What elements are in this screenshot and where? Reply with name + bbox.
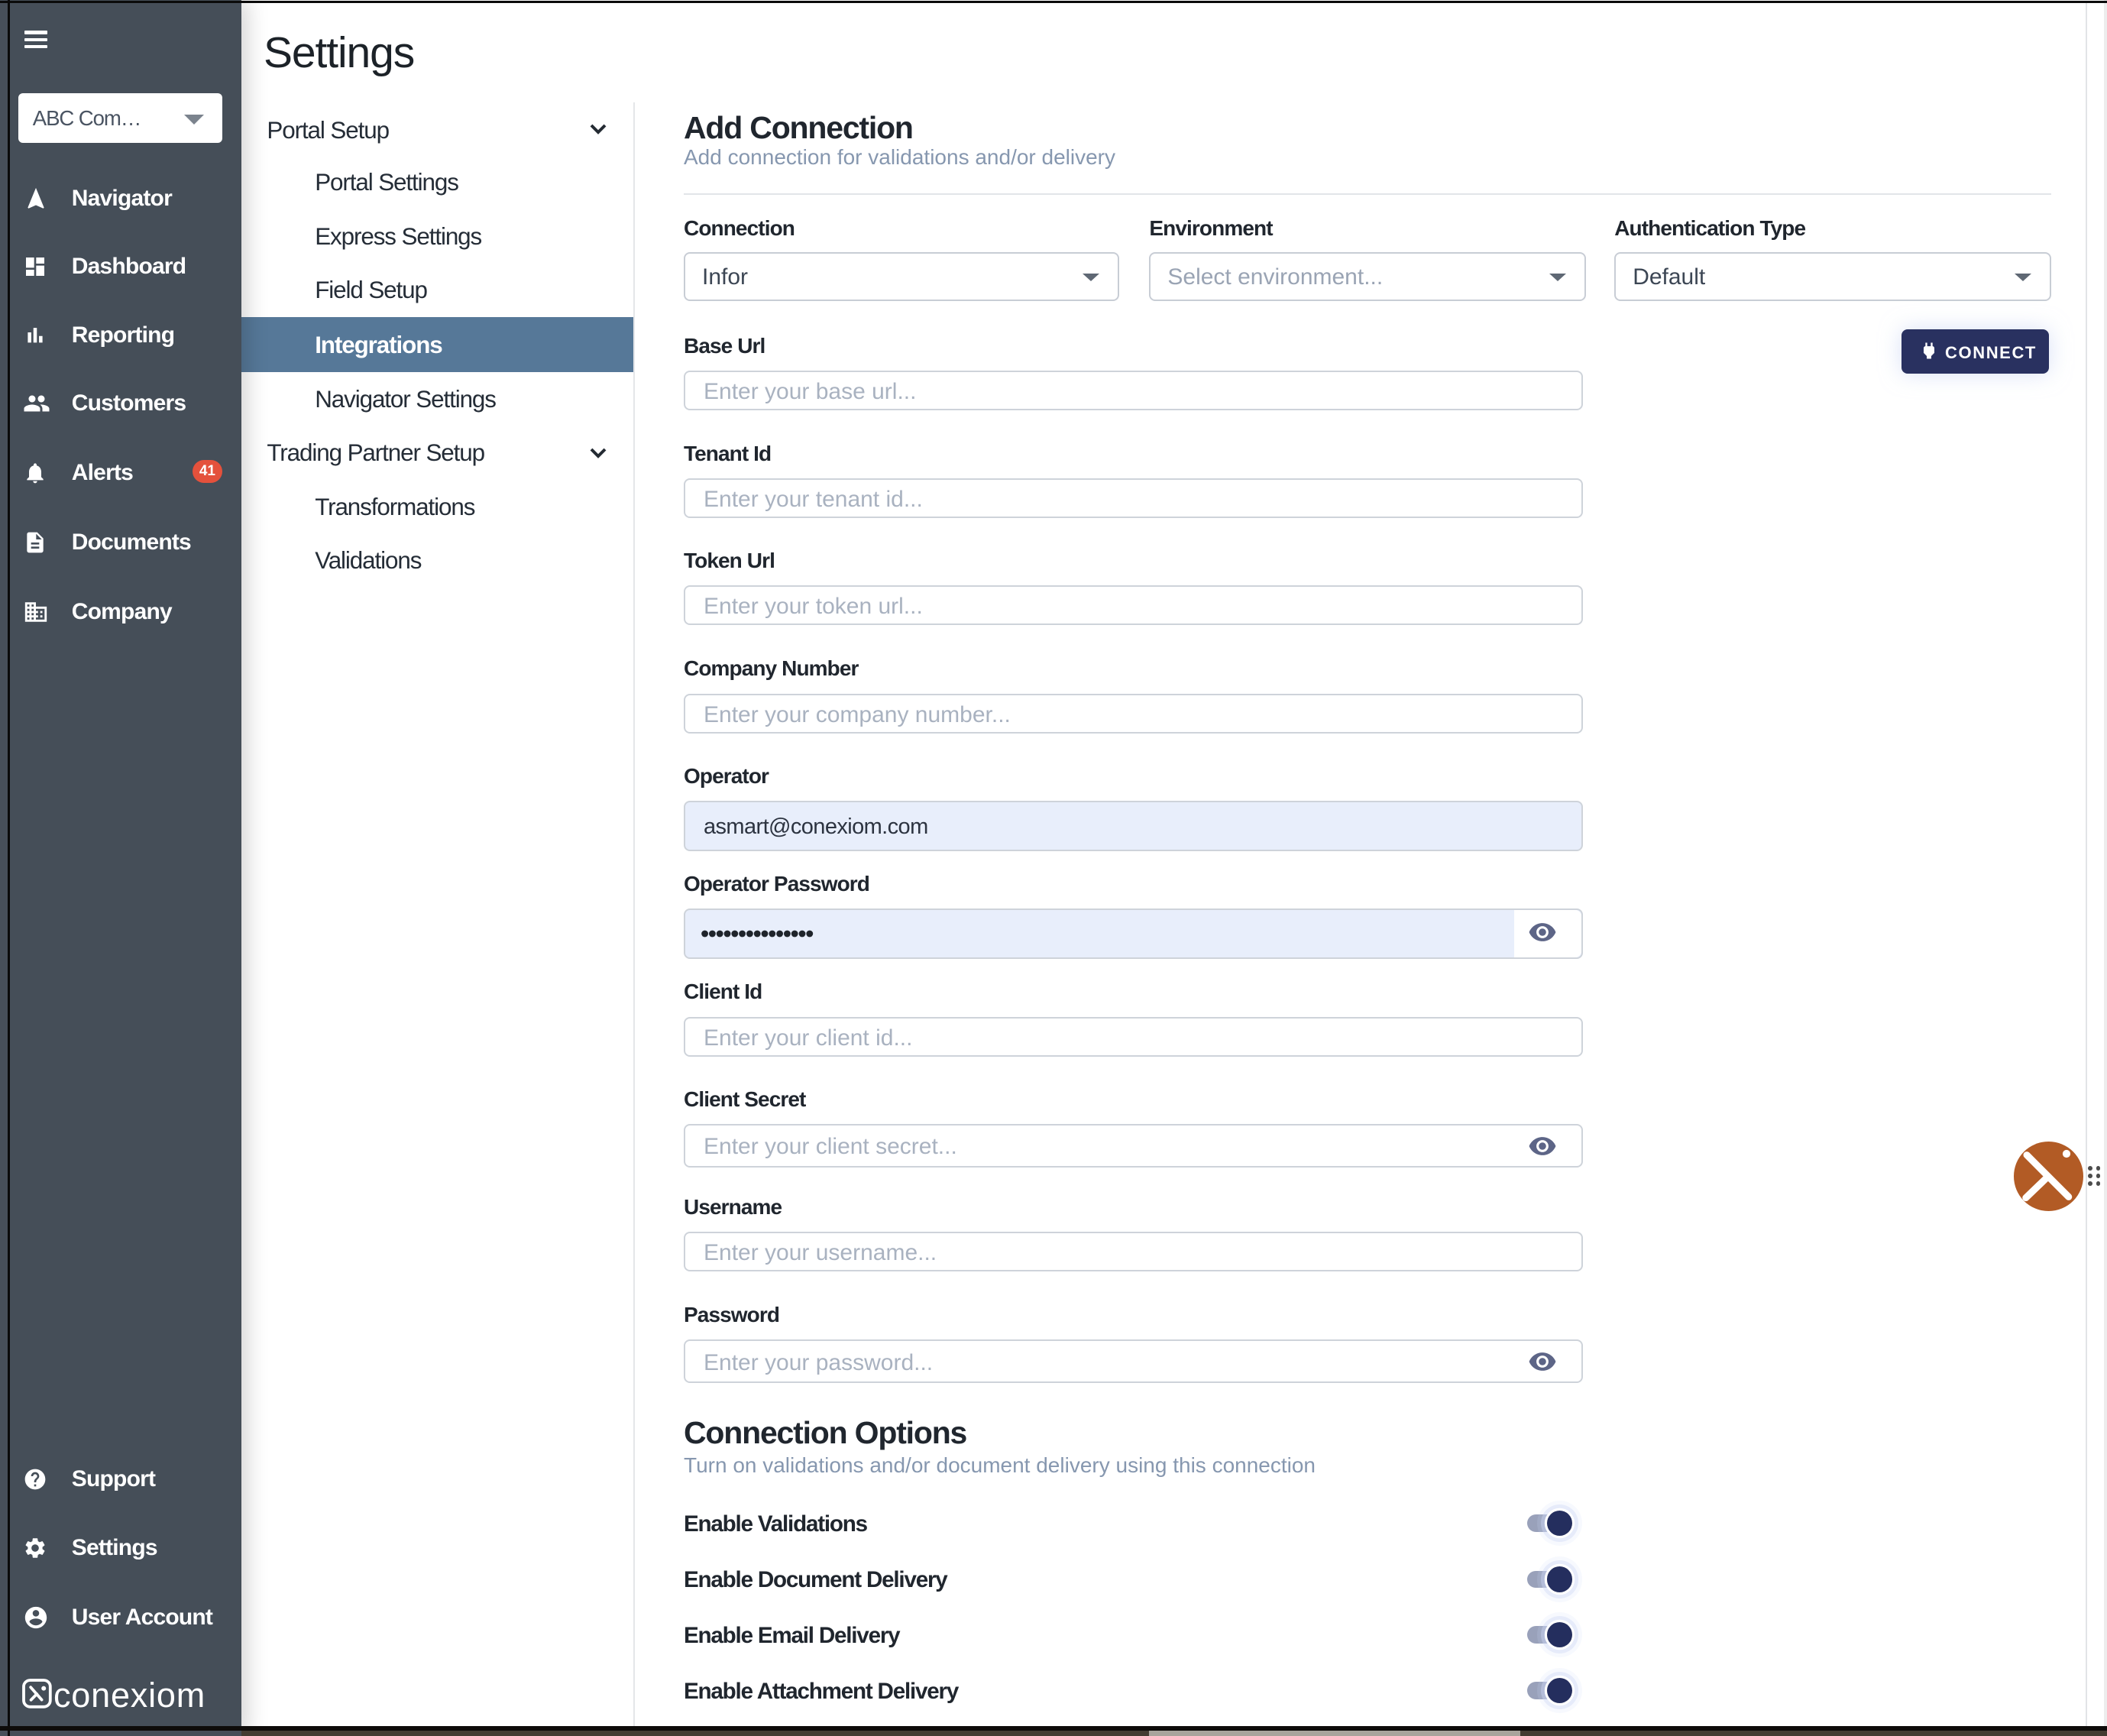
svg-text:conexiom: conexiom xyxy=(53,1676,206,1715)
